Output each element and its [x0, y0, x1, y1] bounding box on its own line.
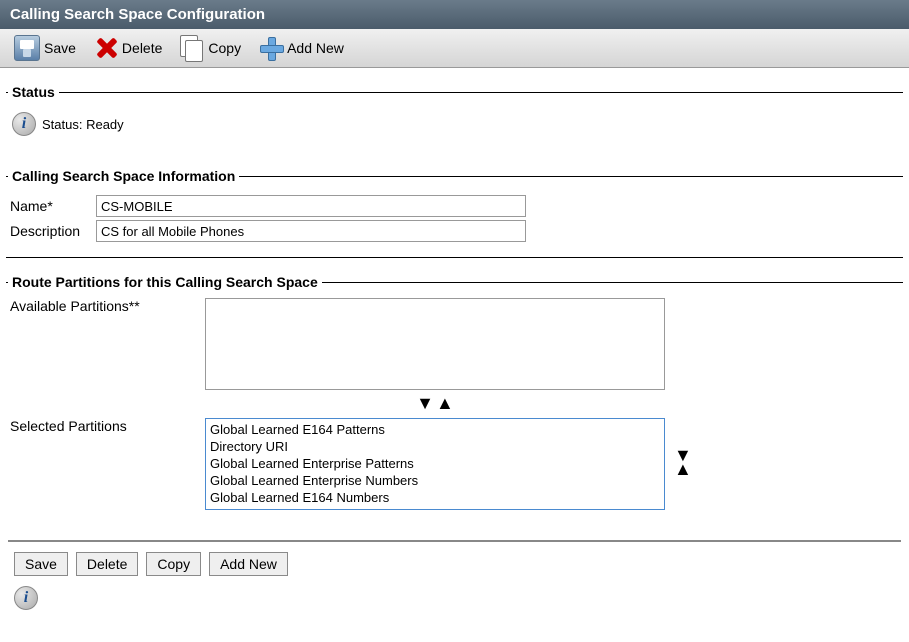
css-info-legend: Calling Search Space Information — [8, 168, 239, 184]
available-partitions-label: Available Partitions** — [10, 298, 205, 314]
copy-icon — [180, 35, 204, 61]
add-new-button-bottom[interactable]: Add New — [209, 552, 288, 576]
save-label: Save — [44, 40, 76, 56]
status-row: i Status: Ready — [10, 108, 903, 140]
copy-label: Copy — [208, 40, 241, 56]
available-partitions-listbox[interactable] — [205, 298, 665, 390]
delete-label: Delete — [122, 40, 162, 56]
list-item[interactable]: Directory URI — [208, 438, 662, 455]
list-item[interactable]: Global Learned E164 Patterns — [208, 421, 662, 438]
partitions-grid: Available Partitions** ▼▲ Selected Parti… — [10, 298, 903, 510]
copy-button-bottom[interactable]: Copy — [146, 552, 201, 576]
status-section: Status i Status: Ready — [6, 84, 903, 152]
page-title: Calling Search Space Configuration — [10, 6, 265, 23]
save-button[interactable]: Save — [8, 33, 82, 63]
list-item[interactable]: Global Learned Enterprise Patterns — [208, 455, 662, 472]
name-label: Name* — [10, 198, 96, 214]
route-partitions-legend: Route Partitions for this Calling Search… — [8, 274, 322, 290]
selected-wrap: Global Learned E164 PatternsDirectory UR… — [205, 418, 903, 510]
selected-partitions-label: Selected Partitions — [10, 418, 205, 434]
status-text: Status: Ready — [42, 117, 124, 132]
info-icon: i — [12, 112, 36, 136]
add-new-button[interactable]: Add New — [253, 34, 350, 62]
copy-button[interactable]: Copy — [174, 33, 247, 63]
toolbar: Save Delete Copy Add New — [0, 29, 909, 68]
bottom-buttons: Save Delete Copy Add New — [0, 552, 909, 586]
route-partitions-section: Route Partitions for this Calling Search… — [6, 274, 903, 522]
available-wrap — [205, 298, 903, 390]
save-icon — [14, 35, 40, 61]
footer-info-row: i — [0, 586, 909, 610]
reorder-arrows: ▼ ▲ — [673, 448, 693, 476]
add-new-label: Add New — [287, 40, 344, 56]
list-item[interactable]: Global Learned Enterprise Numbers — [208, 472, 662, 489]
selected-partitions-listbox[interactable]: Global Learned E164 PatternsDirectory UR… — [205, 418, 665, 510]
info-icon: i — [14, 586, 38, 610]
divider — [8, 540, 901, 542]
add-icon — [259, 36, 283, 60]
move-down-button[interactable]: ▼ — [415, 396, 435, 410]
delete-icon — [94, 36, 118, 60]
description-label: Description — [10, 223, 96, 239]
delete-button[interactable]: Delete — [88, 34, 168, 62]
name-input[interactable] — [96, 195, 526, 217]
list-item[interactable]: Global Learned E164 Numbers — [208, 489, 662, 506]
delete-button-bottom[interactable]: Delete — [76, 552, 138, 576]
move-up-button[interactable]: ▲ — [435, 396, 455, 410]
page-header: Calling Search Space Configuration — [0, 0, 909, 29]
name-row: Name* — [10, 195, 903, 217]
description-row: Description — [10, 220, 903, 242]
status-legend: Status — [8, 84, 59, 100]
reorder-up-button[interactable]: ▲ — [673, 462, 693, 476]
save-button-bottom[interactable]: Save — [14, 552, 68, 576]
css-info-section: Calling Search Space Information Name* D… — [6, 168, 903, 258]
content: Status i Status: Ready Calling Search Sp… — [0, 84, 909, 620]
description-input[interactable] — [96, 220, 526, 242]
move-arrows-row: ▼▲ — [205, 394, 665, 414]
